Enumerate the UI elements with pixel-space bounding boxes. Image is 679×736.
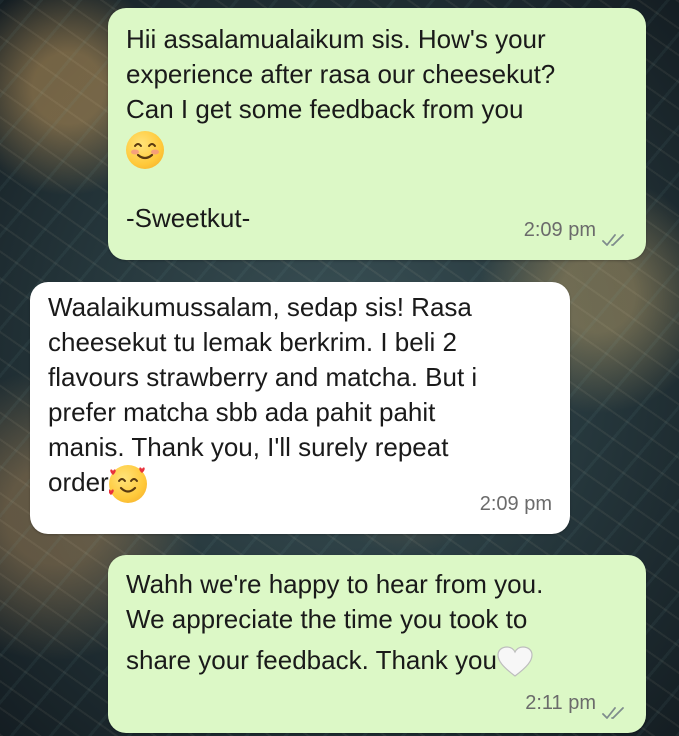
message-time: 2:11 pm [525, 692, 596, 714]
incoming-message-bubble[interactable]: Waalaikumussalam, sedap sis! Rasa cheese… [30, 282, 570, 534]
message-text-line: experience after rasa our cheesekut? [126, 59, 556, 89]
message-text-line: manis. Thank you, I'll surely repeat [48, 432, 449, 462]
emoji-line [126, 131, 628, 171]
outgoing-message-bubble[interactable]: Hii assalamualaikum sis. How's your expe… [108, 8, 646, 260]
message-text-line: flavours strawberry and matcha. But i [48, 362, 478, 392]
message-text-line: prefer matcha sbb ada pahit pahit [48, 397, 436, 427]
white-heart-icon [497, 646, 533, 678]
message-time: 2:09 pm [479, 493, 552, 515]
smiling-face-with-hearts-icon [108, 465, 147, 504]
message-text-line-with-emoji: share your feedback. Thank you [126, 643, 628, 678]
message-text-line: Waalaikumussalam, sedap sis! Rasa [48, 292, 472, 322]
message-time: 2:09 pm [523, 219, 596, 241]
double-check-read-icon [602, 697, 628, 719]
message-text-line: Hii assalamualaikum sis. How's your [126, 24, 546, 54]
message-text-line: We appreciate the time you took to [126, 604, 528, 634]
message-text-line: Wahh we're happy to hear from you. [126, 569, 544, 599]
message-text-line: cheesekut tu lemak berkrim. I beli 2 [48, 327, 457, 357]
message-meta: 2:09 pm [524, 213, 628, 248]
message-text-fragment: order [48, 467, 109, 497]
message-text-line: Can I get some feedback from you [126, 94, 524, 124]
double-check-read-icon [602, 224, 628, 246]
message-text-line-with-emoji: order [48, 465, 552, 504]
outgoing-message-bubble[interactable]: Wahh we're happy to hear from you. We ap… [108, 555, 646, 733]
message-text-fragment: share your feedback. Thank you [126, 645, 497, 675]
smiling-face-with-smiling-eyes-icon [126, 131, 164, 170]
message-meta: 2:11 pm [525, 686, 628, 721]
message-meta: 2:09 pm [480, 487, 552, 522]
